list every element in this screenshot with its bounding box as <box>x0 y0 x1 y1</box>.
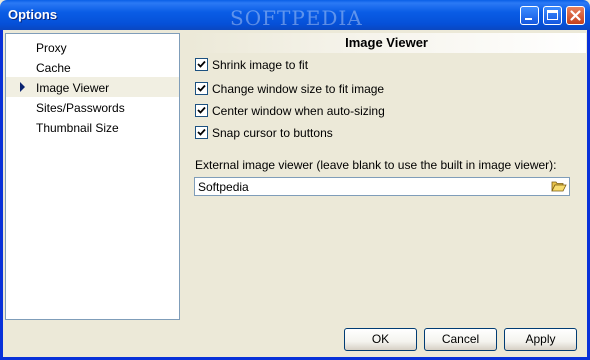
checkbox[interactable] <box>195 82 208 95</box>
options-category-list[interactable]: Proxy Cache Image Viewer Sites/Passwords… <box>5 33 180 320</box>
minimize-button[interactable] <box>520 6 539 25</box>
checkbox-label: Center window when auto-sizing <box>212 104 385 118</box>
close-button[interactable] <box>566 6 585 25</box>
title-bar[interactable]: Options SOFTPEDIA <box>0 0 590 30</box>
checkbox-label: Shrink image to fit <box>212 58 309 72</box>
folder-open-icon <box>551 181 567 192</box>
options-window: Options SOFTPEDIA Proxy Cache Image View… <box>0 0 590 360</box>
ok-button[interactable]: OK <box>344 328 417 351</box>
checkmark-icon <box>197 106 206 114</box>
checkbox-label: Change window size to fit image <box>212 82 385 96</box>
browse-button[interactable] <box>551 179 567 194</box>
close-icon <box>570 10 581 21</box>
sidebar-item-label: Proxy <box>36 41 67 55</box>
external-viewer-field[interactable]: Softpedia <box>194 177 570 196</box>
sidebar-item-label: Thumbnail Size <box>36 121 119 135</box>
sidebar-item-cache[interactable]: Cache <box>6 57 179 77</box>
sidebar-item-proxy[interactable]: Proxy <box>6 37 179 57</box>
external-viewer-label: External image viewer (leave blank to us… <box>195 158 557 172</box>
apply-button[interactable]: Apply <box>504 328 577 351</box>
checkbox[interactable] <box>195 126 208 139</box>
minimize-icon <box>525 18 532 20</box>
maximize-icon <box>547 10 558 20</box>
checkbox-label: Snap cursor to buttons <box>212 126 333 140</box>
checkbox[interactable] <box>195 58 208 71</box>
checkmark-icon <box>197 128 206 136</box>
maximize-button[interactable] <box>543 6 562 25</box>
cancel-button[interactable]: Cancel <box>424 328 497 351</box>
sidebar-item-label: Cache <box>36 61 71 75</box>
sidebar-item-label: Image Viewer <box>36 81 110 95</box>
sidebar-item-image-viewer[interactable]: Image Viewer <box>6 77 179 97</box>
checkmark-icon <box>197 60 206 68</box>
softpedia-watermark: SOFTPEDIA <box>230 6 363 30</box>
sidebar-item-sites-passwords[interactable]: Sites/Passwords <box>6 97 179 117</box>
checkmark-icon <box>197 84 206 92</box>
sidebar-item-thumbnail-size[interactable]: Thumbnail Size <box>6 117 179 137</box>
page-title: Image Viewer <box>345 35 428 50</box>
panel-header: Image Viewer <box>190 33 586 53</box>
sidebar-item-label: Sites/Passwords <box>36 101 125 115</box>
external-viewer-value: Softpedia <box>198 180 249 194</box>
checkbox[interactable] <box>195 104 208 117</box>
selection-arrow-icon <box>20 82 25 92</box>
window-title: Options <box>8 7 58 22</box>
